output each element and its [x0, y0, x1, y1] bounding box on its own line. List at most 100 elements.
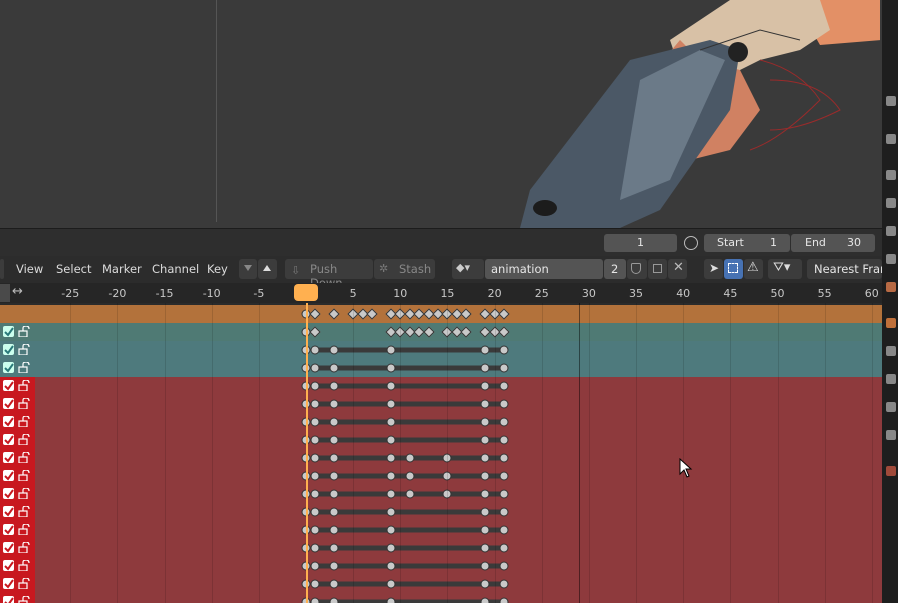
keyframe[interactable] [386, 561, 396, 571]
channel-checkbox[interactable] [3, 452, 14, 463]
constraint-icon[interactable] [886, 318, 896, 328]
channel-header[interactable] [0, 503, 35, 521]
texture-icon[interactable] [886, 466, 896, 476]
keyframe[interactable] [499, 399, 509, 409]
wrench-icon[interactable] [886, 134, 896, 144]
channel-header[interactable] [0, 593, 35, 603]
lock-icon[interactable] [18, 397, 31, 410]
editor-type-button[interactable] [0, 259, 4, 279]
keyframe[interactable] [310, 489, 320, 499]
channel-header[interactable] [0, 539, 35, 557]
lock-icon[interactable] [18, 415, 31, 428]
channel-header[interactable] [0, 467, 35, 485]
keyframe[interactable] [310, 543, 320, 553]
keyframe[interactable] [386, 489, 396, 499]
lock-icon[interactable] [18, 559, 31, 572]
keyframe[interactable] [499, 507, 509, 517]
menu-marker[interactable]: Marker [102, 262, 142, 276]
channel-checkbox[interactable] [3, 380, 14, 391]
keyframe[interactable] [386, 507, 396, 517]
channel-checkbox[interactable] [3, 326, 14, 337]
playhead-frame-indicator[interactable]: 0 [294, 284, 318, 301]
only-errors-button[interactable]: ⚠ [744, 259, 763, 279]
action-users-count[interactable]: 2 [604, 259, 626, 279]
render-icon[interactable] [886, 198, 896, 208]
keyframe[interactable] [480, 453, 490, 463]
keyframe[interactable] [329, 399, 339, 409]
keyframe[interactable] [499, 525, 509, 535]
3d-viewport[interactable] [0, 0, 898, 228]
keyframe[interactable] [386, 453, 396, 463]
keyframe[interactable] [386, 471, 396, 481]
unlink-action-button[interactable]: ✕ [668, 259, 687, 279]
menu-key[interactable]: Key [207, 262, 228, 276]
lock-icon[interactable] [18, 325, 31, 338]
menu-channel[interactable]: Channel [152, 262, 199, 276]
keyframe[interactable] [480, 363, 490, 373]
action-name-field[interactable]: animation [485, 259, 603, 279]
keyframe[interactable] [499, 453, 509, 463]
keyframe[interactable] [480, 345, 490, 355]
keyframe[interactable] [499, 579, 509, 589]
keyframe[interactable] [310, 345, 320, 355]
channel-region-toggle[interactable] [0, 284, 10, 302]
keyframe[interactable] [480, 561, 490, 571]
keyframe[interactable] [480, 489, 490, 499]
keyframe[interactable] [310, 417, 320, 427]
channel-checkbox[interactable] [3, 344, 14, 355]
channel-checkbox[interactable] [3, 542, 14, 553]
keyframe[interactable] [499, 561, 509, 571]
keyframe[interactable] [480, 435, 490, 445]
channel-header[interactable] [0, 395, 35, 413]
keyframe[interactable] [499, 489, 509, 499]
channel-checkbox[interactable] [3, 560, 14, 571]
channel-header[interactable] [0, 323, 35, 341]
keyframe[interactable] [499, 435, 509, 445]
keyframe[interactable] [310, 597, 320, 603]
object-icon[interactable] [886, 170, 896, 180]
keyframe[interactable] [329, 561, 339, 571]
keyframe[interactable] [310, 363, 320, 373]
show-hidden-button[interactable] [724, 259, 743, 279]
channel-header[interactable] [0, 449, 35, 467]
channel-checkbox[interactable] [3, 488, 14, 499]
push-down-button[interactable]: ⇩ Push Down [285, 259, 373, 290]
new-action-button[interactable] [648, 259, 667, 279]
keyframe[interactable] [329, 363, 339, 373]
keyframe[interactable] [310, 399, 320, 409]
keyframe[interactable] [329, 579, 339, 589]
keyframe[interactable] [499, 471, 509, 481]
keyframe[interactable] [329, 525, 339, 535]
fake-user-button[interactable] [627, 259, 647, 279]
menu-select[interactable]: Select [56, 262, 91, 276]
lock-icon[interactable] [18, 541, 31, 554]
channel-checkbox[interactable] [3, 524, 14, 535]
physics-icon[interactable] [886, 346, 896, 356]
keyframe[interactable] [386, 399, 396, 409]
keyframe[interactable] [310, 579, 320, 589]
keyframe[interactable] [480, 399, 490, 409]
keyframe[interactable] [480, 579, 490, 589]
channel-header[interactable] [0, 431, 35, 449]
keyframe[interactable] [499, 543, 509, 553]
lock-icon[interactable] [18, 595, 31, 603]
channel-header[interactable] [0, 341, 35, 359]
lock-icon[interactable] [18, 505, 31, 518]
horizontal-arrows-icon[interactable]: ↔ [12, 284, 23, 299]
channel-header[interactable] [0, 557, 35, 575]
keyframe[interactable] [405, 489, 415, 499]
frame-ruler[interactable]: ↔ -25 -20 -15 -10 -5 0 5 10 15 20 25 30 35 40 45 50 55 60 [0, 283, 882, 303]
only-selected-button[interactable]: ➤ [704, 259, 723, 279]
lock-icon[interactable] [18, 433, 31, 446]
keyframe[interactable] [310, 507, 320, 517]
keyframe[interactable] [386, 525, 396, 535]
keyframe[interactable] [386, 417, 396, 427]
stash-button[interactable]: ✲ Stash [374, 259, 435, 279]
keyframe[interactable] [329, 435, 339, 445]
channel-checkbox[interactable] [3, 596, 14, 603]
keyframe[interactable] [329, 507, 339, 517]
keyframe[interactable] [405, 453, 415, 463]
keyframe[interactable] [386, 597, 396, 603]
channel-checkbox[interactable] [3, 506, 14, 517]
channel-checkbox[interactable] [3, 362, 14, 373]
